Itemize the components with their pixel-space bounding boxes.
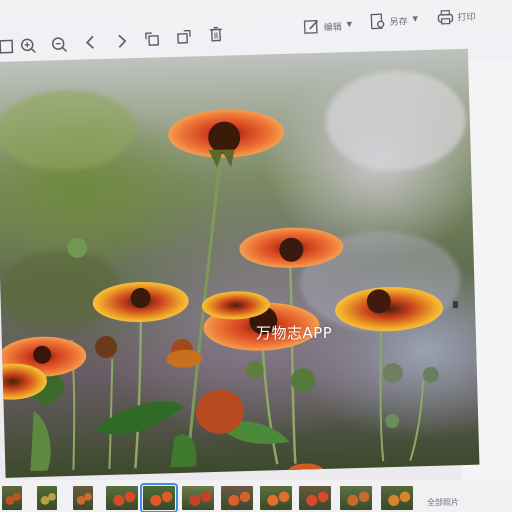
thumbnail[interactable] xyxy=(106,486,138,510)
save-as-dropdown-icon[interactable]: ▼ xyxy=(412,15,418,23)
edit-dropdown-icon[interactable]: ▼ xyxy=(347,20,353,28)
print-label[interactable]: 打印 xyxy=(457,10,475,24)
edit-icon[interactable] xyxy=(302,18,321,37)
rotate-left-icon[interactable] xyxy=(143,30,162,49)
thumbnail[interactable] xyxy=(221,486,253,510)
delete-icon[interactable] xyxy=(207,25,226,44)
print-icon[interactable] xyxy=(436,7,455,26)
photo-viewer-window: 编辑 ▼ 另存 ▼ 打印 万物志APP 全部照片 xyxy=(0,0,512,512)
thumbnail[interactable] xyxy=(381,486,413,510)
watermark-text: 万物志APP xyxy=(256,324,333,342)
save-as-icon[interactable] xyxy=(368,12,387,31)
zoom-out-icon[interactable] xyxy=(50,35,69,54)
fit-window-icon[interactable] xyxy=(0,37,16,56)
photo-canvas[interactable] xyxy=(0,48,480,478)
thumbnail[interactable] xyxy=(73,486,93,510)
rotate-right-icon[interactable] xyxy=(175,27,194,46)
edit-label[interactable]: 编辑 xyxy=(323,20,342,34)
thumbnail[interactable] xyxy=(2,486,22,510)
zoom-in-icon[interactable] xyxy=(19,36,38,55)
flower-photo xyxy=(0,70,466,478)
thumbnail[interactable] xyxy=(37,486,57,510)
thumbnail[interactable] xyxy=(182,486,214,510)
scroll-indicator[interactable] xyxy=(452,301,459,309)
thumbnail[interactable] xyxy=(299,486,331,510)
next-icon[interactable] xyxy=(112,32,131,51)
thumbnail[interactable] xyxy=(340,486,372,510)
thumbnail-selected[interactable] xyxy=(140,483,178,512)
save-as-label[interactable]: 另存 xyxy=(389,14,407,28)
previous-icon[interactable] xyxy=(82,33,101,52)
thumbnail[interactable] xyxy=(260,486,292,510)
all-photos-link[interactable]: 全部照片 xyxy=(427,497,459,508)
